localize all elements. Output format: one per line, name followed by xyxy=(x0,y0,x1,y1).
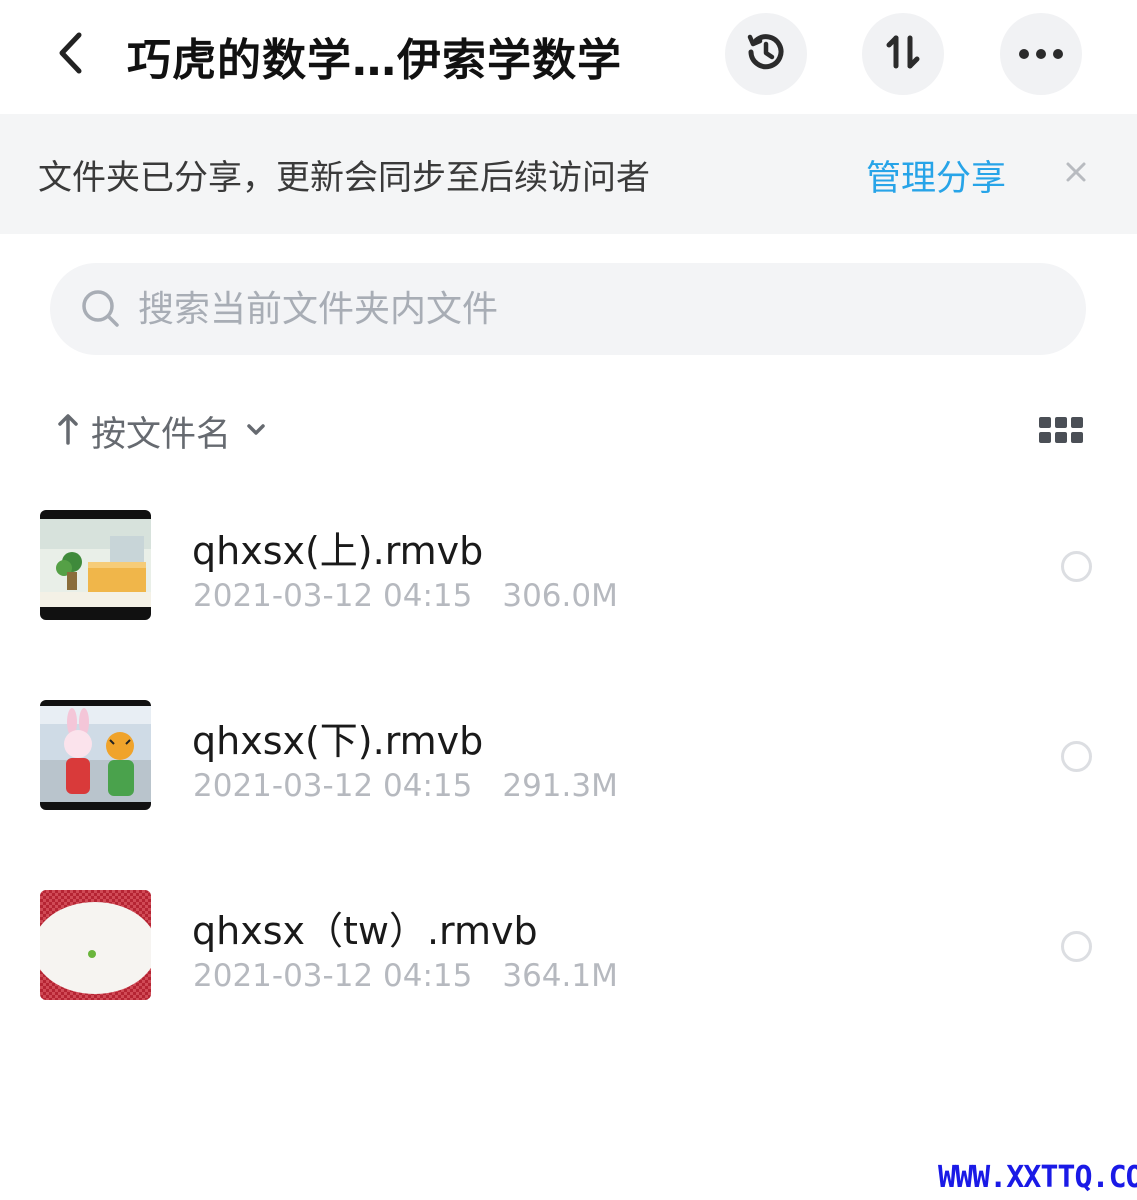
red-oval-thumbnail xyxy=(40,890,151,1000)
sort-label: 按文件名 xyxy=(91,414,232,455)
file-date: 2021-03-12 04:15 xyxy=(193,578,473,614)
file-name: qhxsx（tw）.rmvb xyxy=(192,909,538,953)
sort-toggle-icon xyxy=(881,30,925,78)
history-button[interactable] xyxy=(725,13,807,95)
file-date: 2021-03-12 04:15 xyxy=(193,958,473,994)
file-name: qhxsx(上).rmvb xyxy=(192,529,484,573)
top-bar: 巧虎的数学…伊索学数学 xyxy=(0,0,1137,114)
file-meta: 2021-03-12 04:15 291.3M xyxy=(193,768,618,804)
file-date: 2021-03-12 04:15 xyxy=(193,768,473,804)
file-row[interactable]: qhxsx(上).rmvb 2021-03-12 04:15 306.0M xyxy=(0,490,1137,640)
more-horizontal-icon xyxy=(1018,45,1064,64)
office-scene-thumbnail xyxy=(40,510,151,620)
select-checkbox[interactable] xyxy=(1061,931,1092,962)
file-row[interactable]: qhxsx(下).rmvb 2021-03-12 04:15 291.3M xyxy=(0,680,1137,830)
file-name: qhxsx(下).rmvb xyxy=(192,719,484,763)
file-size: 364.1M xyxy=(502,958,618,994)
search-input[interactable] xyxy=(138,285,1038,333)
select-checkbox[interactable] xyxy=(1061,741,1092,772)
file-meta: 2021-03-12 04:15 364.1M xyxy=(193,958,618,994)
close-icon xyxy=(1065,161,1087,187)
banner-close-button[interactable] xyxy=(1058,156,1094,192)
file-row[interactable]: qhxsx（tw）.rmvb 2021-03-12 04:15 364.1M xyxy=(0,870,1137,1020)
file-size: 291.3M xyxy=(502,768,618,804)
file-meta: 2021-03-12 04:15 306.0M xyxy=(193,578,618,614)
page-title: 巧虎的数学…伊索学数学 xyxy=(127,35,622,86)
select-checkbox[interactable] xyxy=(1061,551,1092,582)
more-button[interactable] xyxy=(1000,13,1082,95)
characters-thumbnail xyxy=(40,700,151,810)
sort-arrow-up-icon xyxy=(55,412,81,450)
sort-selector[interactable]: 按文件名 xyxy=(55,408,267,455)
sort-order-button[interactable] xyxy=(862,13,944,95)
search-icon xyxy=(80,288,122,334)
watermark: WWW.XXTTQ.COM xyxy=(938,1160,1137,1195)
grid-view-button[interactable] xyxy=(1038,416,1084,444)
manage-share-link[interactable]: 管理分享 xyxy=(866,150,1006,201)
chevron-left-icon xyxy=(55,31,85,79)
share-notice-text: 文件夹已分享，更新会同步至后续访问者 xyxy=(38,158,650,198)
grid-view-icon xyxy=(1038,417,1084,448)
file-size: 306.0M xyxy=(502,578,618,614)
chevron-down-icon xyxy=(245,422,267,441)
back-button[interactable] xyxy=(40,22,100,88)
history-icon xyxy=(742,28,790,80)
